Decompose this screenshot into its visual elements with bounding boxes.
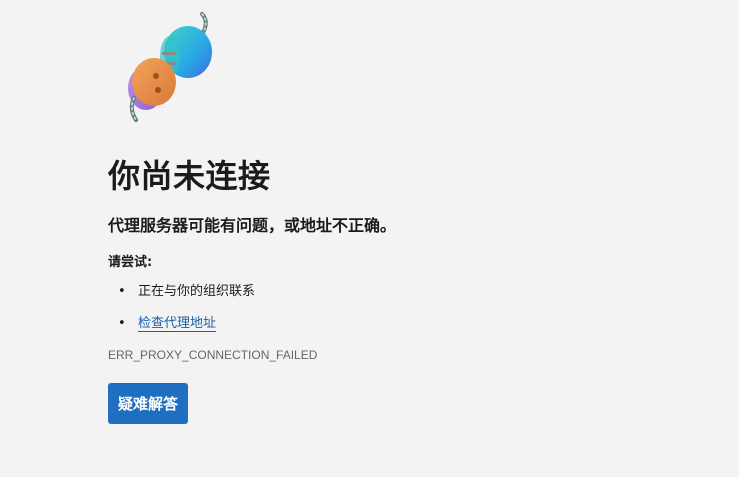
error-subtitle: 代理服务器可能有问题，或地址不正确。 (108, 216, 397, 235)
suggestion-item-contact-org: • 正在与你的组织联系 (108, 282, 708, 302)
bullet-icon: • (118, 284, 126, 299)
page-title: 你尚未连接 (108, 157, 271, 195)
error-page: 你尚未连接 代理服务器可能有问题，或地址不正确。 请尝试: • 正在与你的组织联… (0, 0, 739, 477)
suggestion-text: 正在与你的组织联系 (138, 284, 256, 299)
disconnected-plug-icon (124, 10, 224, 125)
suggestion-item-check-proxy: • 检查代理地址 (108, 314, 708, 334)
error-content: 你尚未连接 代理服务器可能有问题，或地址不正确。 请尝试: • 正在与你的组织联… (108, 150, 708, 424)
bullet-icon: • (118, 316, 126, 331)
try-label: 请尝试: (108, 255, 153, 270)
error-code: ERR_PROXY_CONNECTION_FAILED (108, 348, 318, 362)
troubleshoot-button[interactable]: 疑难解答 (108, 383, 189, 424)
check-proxy-link[interactable]: 检查代理地址 (138, 316, 217, 332)
suggestions-list: • 正在与你的组织联系 • 检查代理地址 (108, 282, 708, 334)
